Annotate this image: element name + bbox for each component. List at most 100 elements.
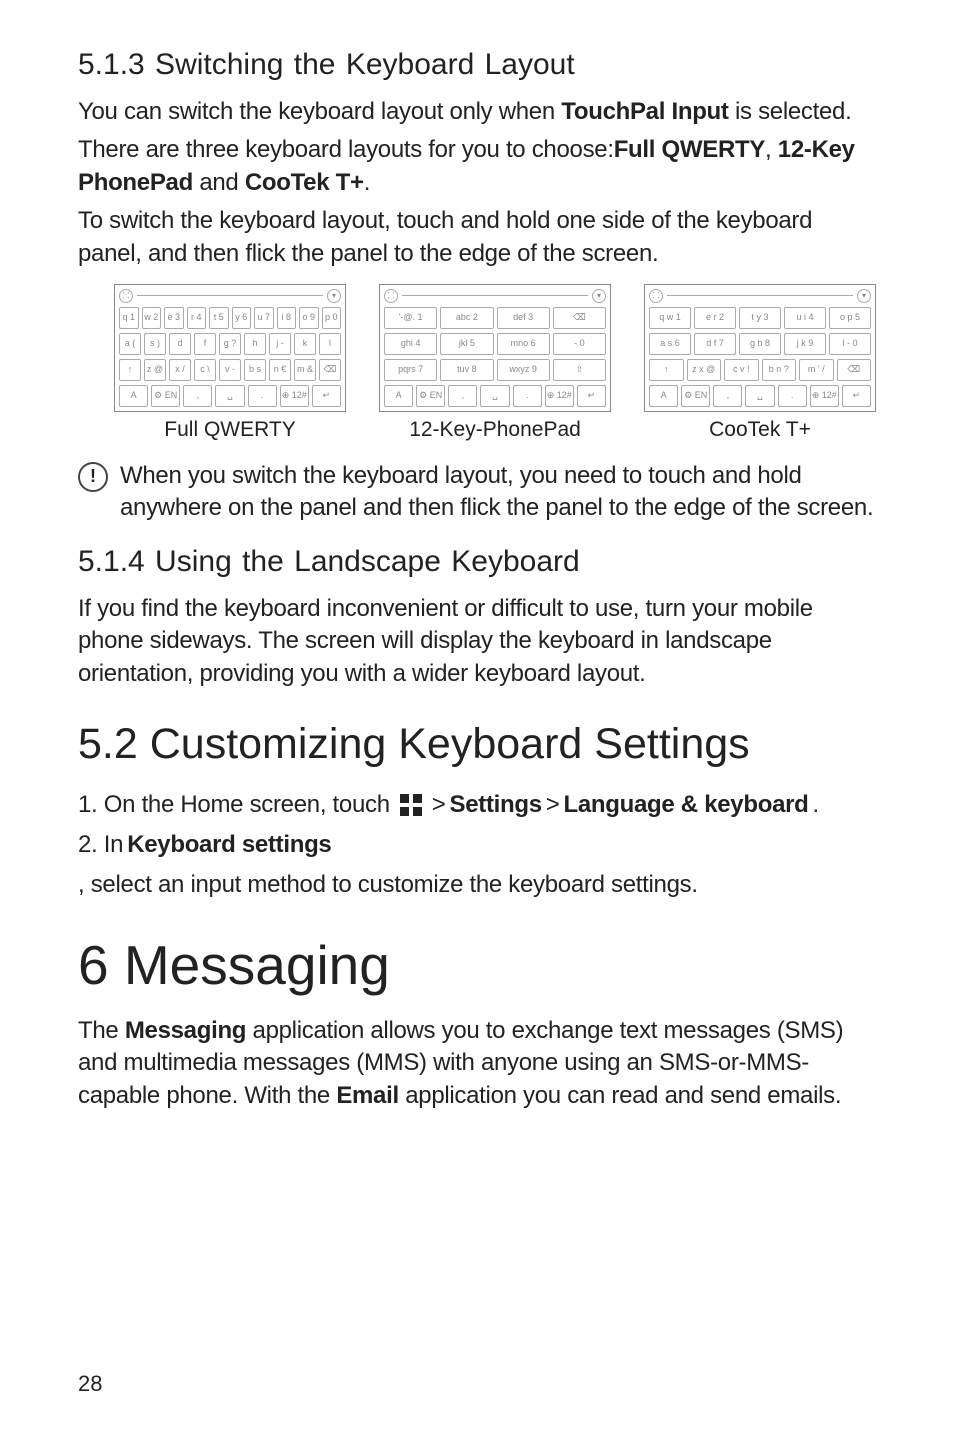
keyboard-key: o p 5 xyxy=(829,307,871,329)
keyboard-key: f xyxy=(194,333,216,355)
keyboard-key: ⚙ EN xyxy=(416,385,445,407)
text: is selected. xyxy=(729,98,852,125)
term-language-keyboard: Language & keyboard xyxy=(564,787,809,823)
keyboard-key: o 9 xyxy=(299,307,319,329)
drag-handle-icon: ⸬ xyxy=(384,289,398,303)
keyboard-key: z @ xyxy=(144,359,166,381)
keyboard-key: z x @ xyxy=(687,359,722,381)
keyboard-key: ⌫ xyxy=(553,307,606,329)
keyboard-key: def 3 xyxy=(497,307,550,329)
term-cootek-t: CooTek T+ xyxy=(245,169,364,196)
keyboard-key: ⌫ xyxy=(319,359,341,381)
info-icon: ! xyxy=(78,462,108,492)
keyboard-key: ↑ xyxy=(119,359,141,381)
keyboard-key: . xyxy=(248,385,277,407)
keyboard-key: A xyxy=(649,385,678,407)
keyboard-key: jkl 5 xyxy=(440,333,493,355)
keyboard-key: wxyz 9 xyxy=(497,359,550,381)
keyboard-key: ␣ xyxy=(480,385,509,407)
term-touchpal-input: TouchPal Input xyxy=(561,98,728,125)
keyboard-key: m & xyxy=(294,359,316,381)
steps-list: 1. On the Home screen, touch > Settings … xyxy=(78,787,876,903)
keyboard-key: a ( xyxy=(119,333,141,355)
paragraph: To switch the keyboard layout, touch and… xyxy=(78,205,876,270)
keyboard-key: ⊕ 12# xyxy=(810,385,839,407)
keyboard-key: q w 1 xyxy=(649,307,691,329)
keyboard-key: u 7 xyxy=(254,307,274,329)
keyboard-key: d f 7 xyxy=(694,333,736,355)
dropdown-icon: ▾ xyxy=(592,289,606,303)
heading-5-1-4: 5.1.4 Using the Landscape Keyboard xyxy=(78,545,876,579)
keyboard-key: ⊕ 12# xyxy=(545,385,574,407)
keyboard-key: ↵ xyxy=(577,385,606,407)
text: There are three keyboard layouts for you… xyxy=(78,136,614,163)
keyboard-key: , xyxy=(448,385,477,407)
dropdown-icon: ▾ xyxy=(327,289,341,303)
text: and xyxy=(193,169,245,196)
text: application you can read and send emails… xyxy=(399,1082,841,1109)
text: The xyxy=(78,1017,125,1044)
step-1: 1. On the Home screen, touch > Settings … xyxy=(78,787,876,823)
note-callout: ! When you switch the keyboard layout, y… xyxy=(78,460,876,525)
keyboard-key: x / xyxy=(169,359,191,381)
keyboard-row: '-@. 1abc 2def 3⌫ xyxy=(384,307,606,329)
keyboard-phonepad: ⸬▾ '-@. 1abc 2def 3⌫ghi 4jkl 5mno 6- 0pq… xyxy=(379,284,611,412)
text: 2. In xyxy=(78,827,123,863)
keyboard-key: pqrs 7 xyxy=(384,359,437,381)
keyboard-key: c \ xyxy=(194,359,216,381)
keyboard-key: A xyxy=(119,385,148,407)
keyboard-key: ⚙ EN xyxy=(681,385,710,407)
figure-phonepad: ⸬▾ '-@. 1abc 2def 3⌫ghi 4jkl 5mno 6- 0pq… xyxy=(379,284,611,442)
keyboard-key: A xyxy=(384,385,413,407)
heading-5-1-3: 5.1.3 Switching the Keyboard Layout xyxy=(78,48,876,82)
keyboard-row: ↑z @x /c \v -b sn €m &⌫ xyxy=(119,359,341,381)
apps-grid-icon xyxy=(400,794,422,816)
keyboard-row: a s 6d f 7g h 8j k 9l - 0 xyxy=(649,333,871,355)
figure-full-qwerty: ⸬▾ q 1w 2e 3r 4t 5y 6u 7i 8o 9p 0a (s )d… xyxy=(114,284,346,442)
keyboard-key: y 6 xyxy=(232,307,252,329)
drag-handle-icon: ⸬ xyxy=(119,289,133,303)
paragraph: The Messaging application allows you to … xyxy=(78,1015,876,1112)
figure-caption: 12-Key-PhonePad xyxy=(409,418,581,442)
keyboard-row: q w 1e r 2t y 3u i 4o p 5 xyxy=(649,307,871,329)
keyboard-row: A⚙ EN,␣.⊕ 12#↵ xyxy=(649,385,871,407)
keyboard-key: g h 8 xyxy=(739,333,781,355)
keyboard-key: t y 3 xyxy=(739,307,781,329)
keyboard-key: abc 2 xyxy=(440,307,493,329)
keyboard-key: ⌫ xyxy=(837,359,872,381)
keyboard-key: a s 6 xyxy=(649,333,691,355)
keyboard-key: t 5 xyxy=(209,307,229,329)
keyboard-row: q 1w 2e 3r 4t 5y 6u 7i 8o 9p 0 xyxy=(119,307,341,329)
keyboard-key: p 0 xyxy=(322,307,342,329)
keyboard-key: - 0 xyxy=(553,333,606,355)
keyboard-key: l xyxy=(319,333,341,355)
keyboard-row: A⚙ EN,␣.⊕ 12#↵ xyxy=(384,385,606,407)
keyboard-key: l - 0 xyxy=(829,333,871,355)
heading-chapter-6: 6 Messaging xyxy=(78,933,876,997)
text: , select an input method to customize th… xyxy=(78,867,698,903)
text: . xyxy=(364,169,370,196)
keyboard-key: e 3 xyxy=(164,307,184,329)
text: 1. On the Home screen, touch xyxy=(78,787,390,823)
keyboard-key: c v ! xyxy=(724,359,759,381)
keyboard-figures: ⸬ ▾ q 1w 2e 3r 4t 5y 6u 7i 8o 9p 0 a (s ) d… xyxy=(114,284,876,442)
keyboard-key: h xyxy=(244,333,266,355)
page-number: 28 xyxy=(78,1371,102,1397)
keyboard-key: tuv 8 xyxy=(440,359,493,381)
keyboard-key: ↑ xyxy=(649,359,684,381)
heading-5-2: 5.2 Customizing Keyboard Settings xyxy=(78,720,876,769)
keyboard-key: ghi 4 xyxy=(384,333,437,355)
keyboard-key: ↵ xyxy=(842,385,871,407)
keyboard-key: ⊕ 12# xyxy=(280,385,309,407)
figure-caption: CooTek T+ xyxy=(709,418,811,442)
note-text: When you switch the keyboard layout, you… xyxy=(120,460,876,525)
dropdown-icon: ▾ xyxy=(857,289,871,303)
paragraph: If you find the keyboard inconvenient or… xyxy=(78,593,876,690)
keyboard-key: s ) xyxy=(144,333,166,355)
paragraph: You can switch the keyboard layout only … xyxy=(78,96,876,128)
keyboard-key: g ? xyxy=(219,333,241,355)
figure-cootek: ⸬▾ q w 1e r 2t y 3u i 4o p 5a s 6d f 7g … xyxy=(644,284,876,442)
keyboard-key: u i 4 xyxy=(784,307,826,329)
keyboard-key: q 1 xyxy=(119,307,139,329)
keyboard-key: , xyxy=(183,385,212,407)
